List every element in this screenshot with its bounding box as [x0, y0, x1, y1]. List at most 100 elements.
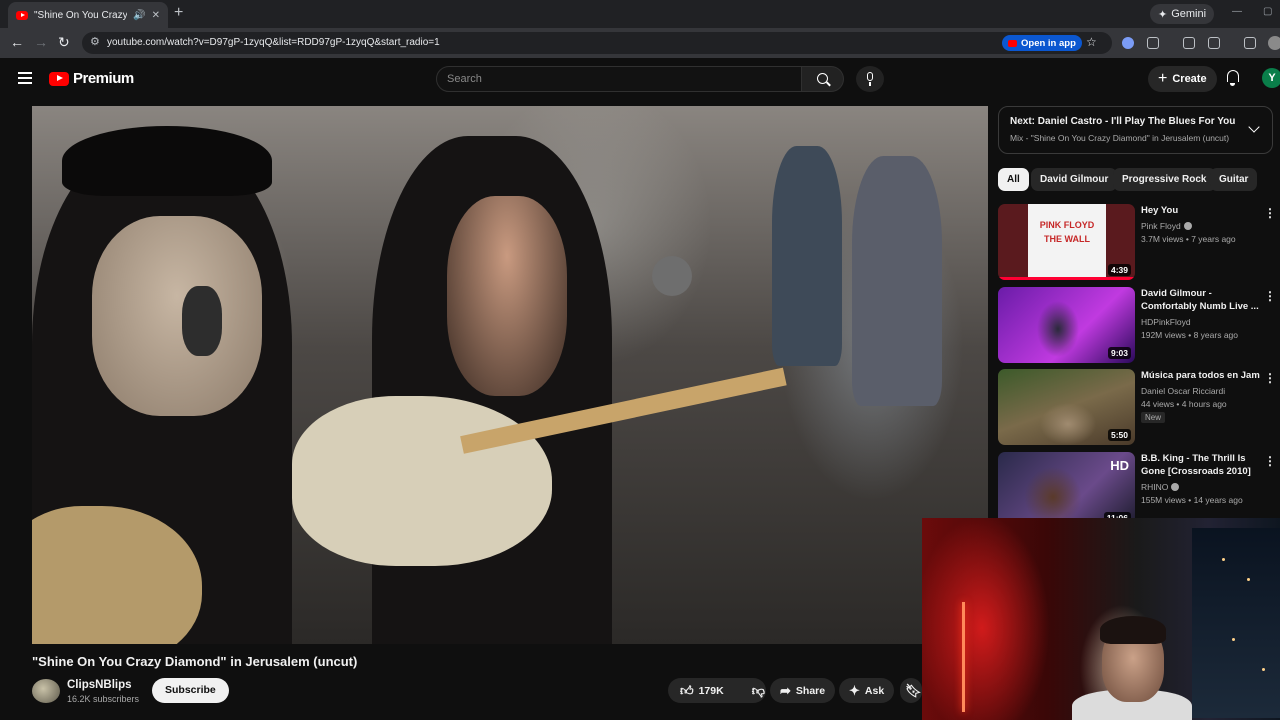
browser-profile-avatar[interactable]	[1268, 36, 1280, 50]
forward-icon[interactable]: →	[34, 35, 48, 49]
youtube-logo[interactable]: Premium	[49, 70, 134, 87]
video-meta: 44 views • 4 hours ago	[1141, 399, 1227, 409]
recommendation-item[interactable]: 9:03 David Gilmour - Comfortably Numb Li…	[998, 287, 1280, 367]
media-controls-icon[interactable]	[1244, 37, 1256, 49]
chip-all[interactable]: All	[998, 168, 1029, 191]
youtube-logo-icon	[49, 71, 69, 86]
search-button[interactable]	[802, 66, 844, 92]
microphone-icon	[867, 72, 873, 86]
speaker-icon[interactable]: 🔊	[133, 10, 145, 21]
chevron-down-icon[interactable]	[1248, 121, 1260, 133]
chip-guitar[interactable]: Guitar	[1210, 168, 1258, 191]
kippah-hat	[62, 126, 272, 196]
ask-button[interactable]: ✦ Ask	[839, 678, 895, 703]
subscriber-count: 16.2K subscribers	[67, 694, 140, 704]
menu-icon[interactable]	[18, 72, 32, 84]
video-title: Música para todos en Jam	[1141, 370, 1260, 381]
more-options-icon[interactable]: ⋮	[1264, 371, 1276, 385]
video-title: Hey You	[1141, 205, 1179, 216]
tab-search-icon[interactable]	[1208, 37, 1220, 49]
gemini-label: Gemini	[1171, 8, 1207, 20]
up-next-title: Next: Daniel Castro - I'll Play The Blue…	[1010, 116, 1236, 127]
microphone-center	[652, 256, 692, 296]
extensions-puzzle-icon[interactable]	[1147, 37, 1159, 49]
electric-guitar-body	[292, 396, 552, 566]
logo-text: Premium	[73, 70, 134, 87]
subscribe-button[interactable]: Subscribe	[152, 678, 229, 703]
browser-tab[interactable]: "Shine On You Crazy Diamond" in Jerusale…	[8, 2, 168, 28]
back-icon[interactable]: ←	[10, 35, 24, 49]
city-light	[1232, 638, 1235, 641]
search-input[interactable]	[447, 71, 787, 87]
city-light	[1222, 558, 1225, 561]
video-thumbnail[interactable]: 9:03	[998, 287, 1135, 363]
microphone-left	[182, 286, 222, 356]
youtube-icon	[1008, 39, 1017, 47]
more-options-icon[interactable]: ⋮	[1264, 454, 1276, 468]
reload-icon[interactable]: ↻	[58, 35, 70, 49]
bystander-2	[852, 156, 942, 406]
maximize-icon[interactable]: ▢	[1263, 6, 1272, 17]
neon-light-strip	[962, 602, 965, 712]
up-next-mix: Mix - "Shine On You Crazy Diamond" in Je…	[1010, 133, 1230, 143]
close-tab-icon[interactable]: ✕	[152, 10, 160, 21]
recommendation-item[interactable]: PINK FLOYD THE WALL 4:39 Hey You Pink Fl…	[998, 204, 1280, 284]
video-meta: 155M views • 14 years ago	[1141, 495, 1243, 505]
channel-name: RHINO	[1141, 482, 1180, 492]
gemini-button[interactable]: ✦ Gemini	[1150, 4, 1215, 24]
browser-toolbar: ← → ↻ ⚙ youtube.com/watch?v=D97gP-1zyqQ&…	[0, 28, 1280, 58]
bookmark-star-icon[interactable]: ☆	[1086, 35, 1097, 49]
like-count: 179K	[698, 684, 724, 697]
video-meta: 192M views • 8 years ago	[1141, 330, 1238, 340]
webcam-overlay	[922, 518, 1280, 720]
search-box	[436, 66, 802, 92]
url-text: youtube.com/watch?v=D97gP-1zyqQ&list=RDD…	[107, 37, 440, 48]
save-button[interactable]: 🔖︎	[900, 678, 922, 703]
extension-icon[interactable]	[1122, 37, 1134, 49]
chip-david-gilmour[interactable]: David Gilmour	[1031, 168, 1118, 191]
video-title: "Shine On You Crazy Diamond" in Jerusale…	[32, 654, 358, 669]
bookmarks-icon[interactable]	[1183, 37, 1195, 49]
site-info-icon[interactable]: ⚙	[90, 35, 100, 48]
create-button[interactable]: + Create	[1148, 66, 1217, 92]
streamer-hair	[1100, 616, 1166, 644]
channel-name: Daniel Oscar Ricciardi	[1141, 386, 1226, 396]
channel-avatar[interactable]	[32, 679, 60, 703]
account-avatar[interactable]: Y	[1262, 68, 1280, 88]
youtube-header: Premium + Create Y	[0, 58, 1280, 102]
recommendation-item[interactable]: 5:50 Música para todos en Jam Daniel Osc…	[998, 369, 1280, 449]
more-options-icon[interactable]: ⋮	[1264, 289, 1276, 303]
address-bar[interactable]: ⚙ youtube.com/watch?v=D97gP-1zyqQ&list=R…	[82, 32, 1112, 54]
chip-progressive-rock[interactable]: Progressive Rock	[1113, 168, 1216, 191]
bookmark-icon: 🔖︎	[905, 683, 922, 698]
new-tab-icon[interactable]: +	[174, 5, 183, 21]
video-title: B.B. King - The Thrill Is Gone [Crossroa…	[1141, 453, 1251, 477]
channel-name[interactable]: ClipsNBlips	[67, 679, 132, 691]
channel-name: HDPinkFloyd	[1141, 317, 1191, 327]
city-light	[1247, 578, 1250, 581]
verified-icon	[1183, 222, 1192, 230]
up-next-panel[interactable]: Next: Daniel Castro - I'll Play The Blue…	[998, 106, 1273, 154]
create-label: Create	[1172, 73, 1207, 85]
voice-search-button[interactable]	[856, 66, 884, 92]
sparkle-icon: ✦	[849, 683, 860, 698]
open-in-app-button[interactable]: Open in app	[1002, 35, 1082, 51]
share-button[interactable]: ➦ Share	[770, 678, 836, 703]
more-options-icon[interactable]: ⋮	[1264, 206, 1276, 220]
notifications-bell-icon[interactable]	[1226, 70, 1240, 86]
video-title: David Gilmour - Comfortably Numb Live ..…	[1141, 288, 1259, 312]
video-thumbnail[interactable]: HD 11:06	[998, 452, 1135, 528]
video-meta: 3.7M views • 7 years ago	[1141, 234, 1236, 244]
minimize-icon[interactable]: —	[1232, 6, 1242, 17]
plus-icon: +	[1158, 70, 1168, 87]
thumbnail-wall-text: PINK FLOYD THE WALL	[1039, 220, 1095, 244]
video-duration: 9:03	[1107, 347, 1131, 359]
channel-name: Pink Floyd	[1141, 221, 1192, 231]
video-player[interactable]	[32, 106, 988, 644]
browser-tabbar: "Shine On You Crazy Diamond" in Jerusale…	[0, 0, 1280, 28]
thumbs-up-icon: 👍︎	[680, 683, 694, 698]
video-thumbnail[interactable]: 5:50	[998, 369, 1135, 445]
like-button[interactable]: 👍︎ 179K	[668, 684, 732, 697]
video-thumbnail[interactable]: PINK FLOYD THE WALL 4:39	[998, 204, 1135, 280]
verified-icon	[1171, 483, 1180, 491]
